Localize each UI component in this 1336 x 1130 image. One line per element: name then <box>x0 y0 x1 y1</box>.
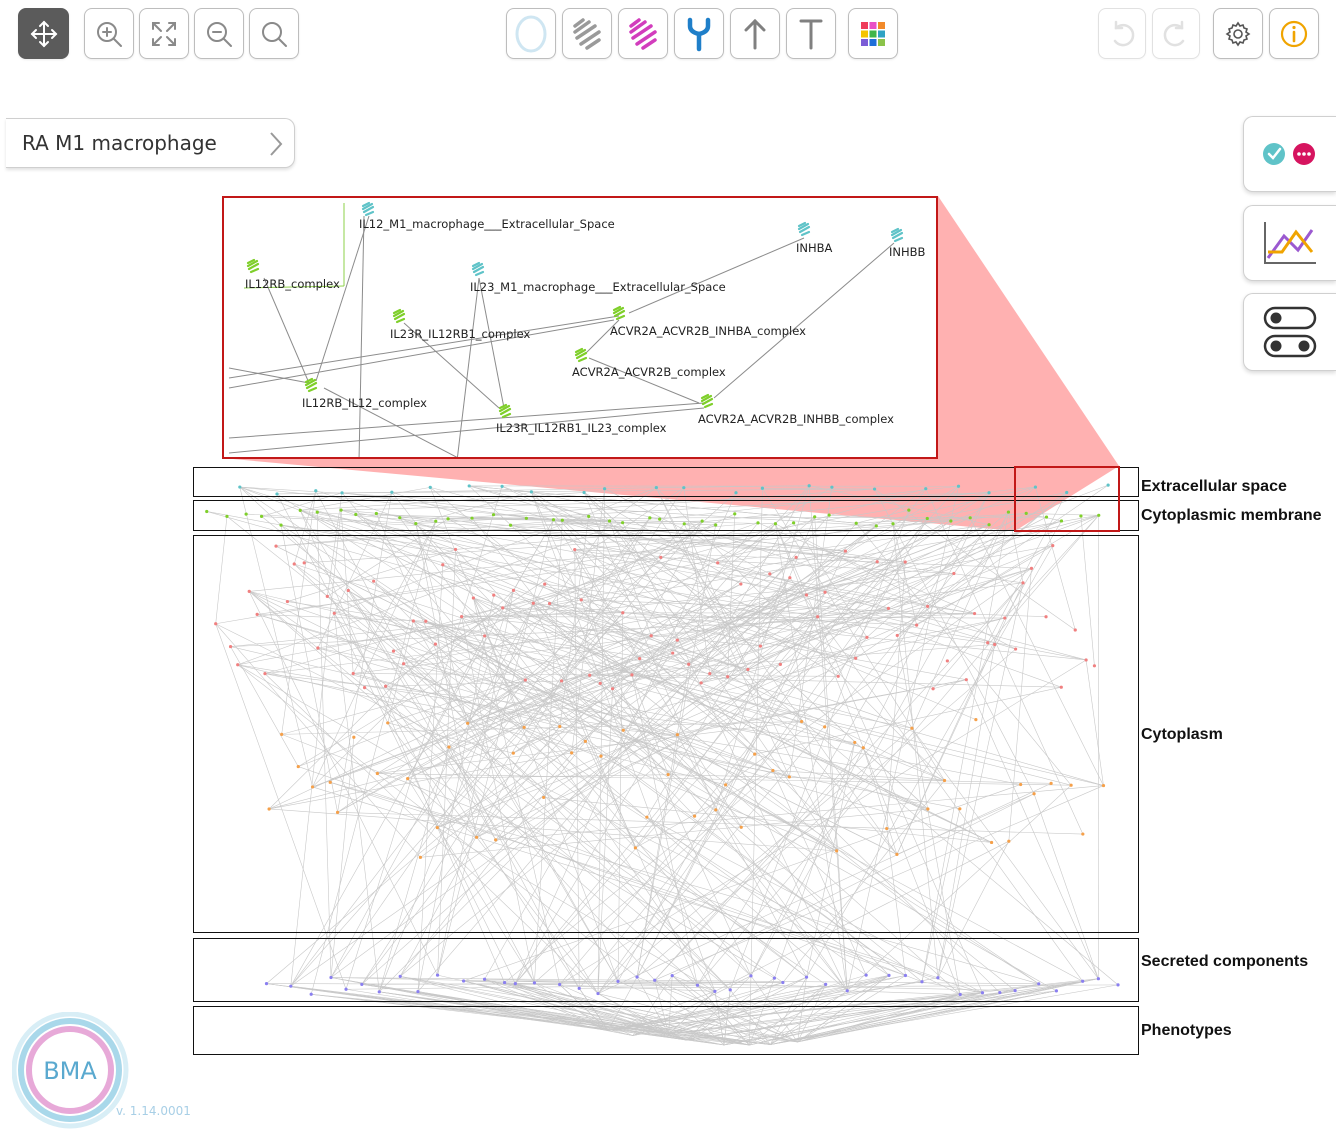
compartment-extracellular <box>193 467 1139 497</box>
node-label-il12[interactable]: IL12_M1_macrophage___Extracellular_Space <box>359 217 615 231</box>
node-label-il23r-il12rb1-il23-complex[interactable]: IL23R_IL12RB1_IL23_complex <box>496 421 666 435</box>
version-label: v. 1.14.0001 <box>116 1104 191 1118</box>
node-label-acvr2a-acvr2b-inhbb-complex[interactable]: ACVR2A_ACVR2B_INHBB_complex <box>698 412 894 426</box>
zoom-selection-box[interactable] <box>1014 466 1120 532</box>
compartment-label-membrane: Cytoplasmic membrane <box>1141 507 1322 525</box>
node-label-acvr2a-acvr2b-inhba-complex[interactable]: ACVR2A_ACVR2B_INHBA_complex <box>610 324 806 338</box>
zoom-inset-panel[interactable]: IL12_M1_macrophage___Extracellular_Space… <box>222 196 938 459</box>
compartment-label-secreted: Secreted components <box>1141 953 1308 971</box>
compartment-cytoplasm <box>193 535 1139 933</box>
node-label-acvr2a-acvr2b-complex[interactable]: ACVR2A_ACVR2B_complex <box>572 365 726 379</box>
compartment-secreted <box>193 938 1139 1002</box>
node-label-il23[interactable]: IL23_M1_macrophage___Extracellular_Space <box>470 280 726 294</box>
compartment-membrane <box>193 500 1139 531</box>
compartment-label-cytoplasm: Cytoplasm <box>1141 726 1223 744</box>
node-label-il12rb-il12-complex[interactable]: IL12RB_IL12_complex <box>302 396 427 410</box>
node-label-il23r-il12rb1-complex[interactable]: IL23R_IL12RB1_complex <box>390 327 530 341</box>
compartment-label-phenotypes: Phenotypes <box>1141 1022 1232 1040</box>
bma-logo: BMA <box>12 1012 130 1130</box>
compartment-label-extracellular: Extracellular space <box>1141 478 1287 496</box>
node-label-inhba[interactable]: INHBA <box>796 241 832 255</box>
node-label-inhbb[interactable]: INHBB <box>889 245 925 259</box>
node-label-il12rb-complex[interactable]: IL12RB_complex <box>245 277 340 291</box>
compartment-phenotypes <box>193 1006 1139 1055</box>
logo-text: BMA <box>43 1057 97 1085</box>
